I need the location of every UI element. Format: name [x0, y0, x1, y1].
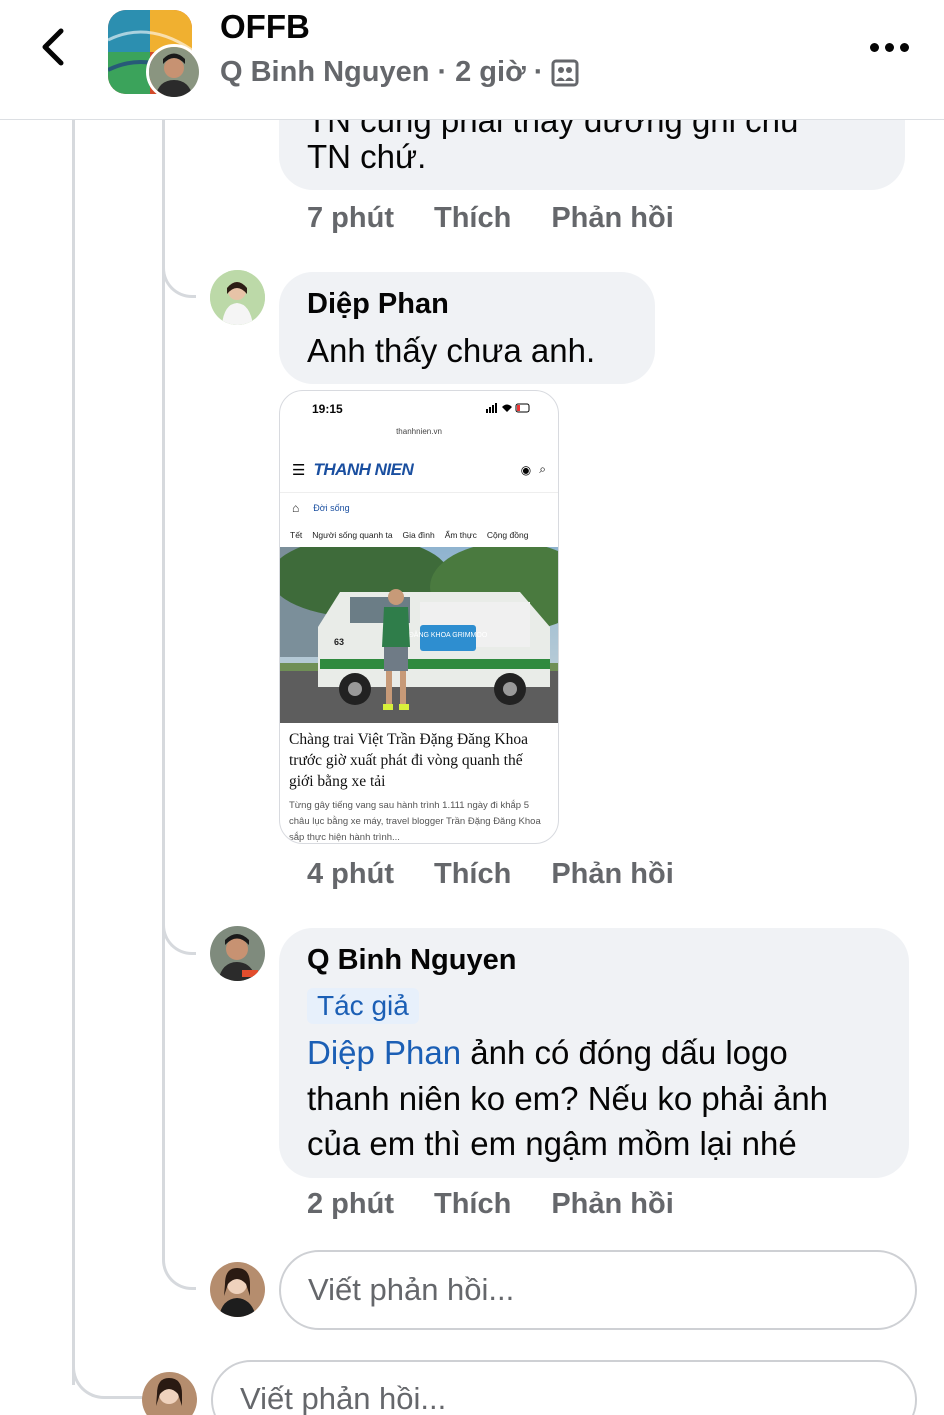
comment-time: 7 phút: [307, 202, 394, 234]
search-icon: ⌕: [539, 462, 546, 476]
comment-actions: 7 phút Thích Phản hồi: [307, 202, 674, 235]
article-headline: Chàng trai Việt Trần Đặng Đăng Khoa trướ…: [289, 731, 529, 790]
comment-actions: 2 phút Thích Phản hồi: [307, 1188, 674, 1221]
van-plate: 63: [334, 637, 344, 647]
thread-line-outer: [72, 120, 75, 1385]
like-button[interactable]: Thích: [434, 202, 511, 235]
breadcrumb: ⌂ Đời sống: [280, 493, 558, 523]
reply-button[interactable]: Phản hồi: [551, 1188, 673, 1221]
comment-bubble[interactable]: Q Binh Nguyen Tác giả Diệp Phan ảnh có đ…: [279, 928, 909, 1178]
group-name[interactable]: OFFB: [220, 8, 310, 46]
category-item: Gia đình: [402, 530, 435, 540]
post-author[interactable]: Q Binh Nguyen: [220, 56, 429, 89]
author-badge: Tác giả: [307, 988, 419, 1024]
phone-status-bar: 19:15: [280, 391, 558, 427]
author-avatar[interactable]: [146, 44, 202, 100]
site-navbar: ☰ THANH NIEN ◉ ⌕: [280, 447, 558, 493]
avatar[interactable]: [210, 270, 265, 325]
comment-text-line3: của em thì em ngậm mồm lại nhé: [307, 1125, 797, 1162]
post-header: OFFB Q Binh Nguyen · 2 giờ ·: [0, 0, 944, 120]
category-bar: Tết Người sống quanh ta Gia đình Ẩm thực…: [280, 523, 558, 547]
thread-curve-1: [162, 250, 196, 298]
comment-actions: 4 phút Thích Phản hồi: [307, 858, 674, 891]
status-time: 19:15: [312, 402, 343, 416]
site-logo: THANH NIEN: [313, 459, 414, 479]
user-icon: ◉: [520, 462, 532, 477]
comment-author[interactable]: Q Binh Nguyen: [307, 944, 516, 977]
category-item: Người sống quanh ta: [312, 530, 393, 540]
comment-text: Diệp Phan ảnh có đóng dấu logo: [307, 1030, 788, 1076]
thread-curve-outer: [72, 1355, 144, 1399]
van-sign: ĐĂNG KHOA GRIMMOO: [409, 630, 488, 639]
category-item: Tết: [290, 530, 303, 540]
post-meta: Q Binh Nguyen · 2 giờ ·: [220, 56, 579, 89]
reply-button[interactable]: Phản hồi: [551, 858, 673, 891]
comment-author[interactable]: Diệp Phan: [307, 288, 449, 321]
reply-input[interactable]: Viết phản hồi...: [279, 1250, 917, 1330]
comment-time: 2 phút: [307, 1188, 394, 1220]
like-button[interactable]: Thích: [434, 858, 511, 891]
article-summary: Từng gây tiếng vang sau hành trình 1.111…: [289, 800, 541, 843]
meta-separator: ·: [533, 56, 544, 88]
breadcrumb-section: Đời sống: [313, 503, 350, 513]
thread-curve-2: [162, 900, 196, 955]
more-dot: [884, 42, 894, 52]
comment-text: Anh thấy chưa anh.: [307, 332, 596, 369]
thread-curve-3: [162, 1240, 196, 1290]
more-dot: [899, 42, 909, 52]
avatar[interactable]: [210, 926, 265, 981]
comment-text-line1: ảnh có đóng dấu logo: [461, 1034, 788, 1071]
thread-line-inner: [162, 120, 165, 1260]
status-icons: [486, 402, 530, 416]
reply-input-main[interactable]: Viết phản hồi...: [211, 1360, 917, 1415]
category-item: Ẩm thực: [444, 530, 477, 540]
mention-link[interactable]: Diệp Phan: [307, 1034, 461, 1071]
more-options-button[interactable]: [864, 30, 914, 64]
category-item: Cộng đồng: [486, 530, 529, 540]
chevron-left-icon: [42, 28, 64, 66]
back-button[interactable]: [30, 24, 76, 70]
meta-separator: ·: [437, 56, 448, 88]
avatar: [210, 1262, 265, 1317]
comment-text-line2: thanh niên ko em? Nếu ko phải ảnh: [307, 1080, 829, 1117]
comment-time: 4 phút: [307, 858, 394, 890]
comment-image-attachment[interactable]: 19:15 thanhnien.vn ☰ THANH NIEN ◉ ⌕ ⌂ Đờ…: [279, 390, 559, 844]
article-photo: ĐĂNG KHOA GRIMMOO 63: [280, 547, 558, 723]
reply-button[interactable]: Phản hồi: [551, 202, 673, 235]
home-icon: ⌂: [292, 501, 300, 515]
comment-bubble[interactable]: Diệp Phan Anh thấy chưa anh.: [279, 272, 655, 384]
reply-input-placeholder: Viết phản hồi...: [240, 1381, 447, 1415]
comment-text: TN chứ.: [307, 138, 427, 175]
group-members-icon: [551, 59, 579, 86]
post-time[interactable]: 2 giờ: [455, 56, 526, 89]
avatar: [142, 1372, 197, 1415]
menu-icon: ☰: [292, 461, 306, 479]
reply-input-placeholder: Viết phản hồi...: [308, 1272, 515, 1307]
like-button[interactable]: Thích: [434, 1188, 511, 1221]
browser-url: thanhnien.vn: [396, 427, 442, 436]
more-horizontal-icon: [869, 42, 879, 52]
